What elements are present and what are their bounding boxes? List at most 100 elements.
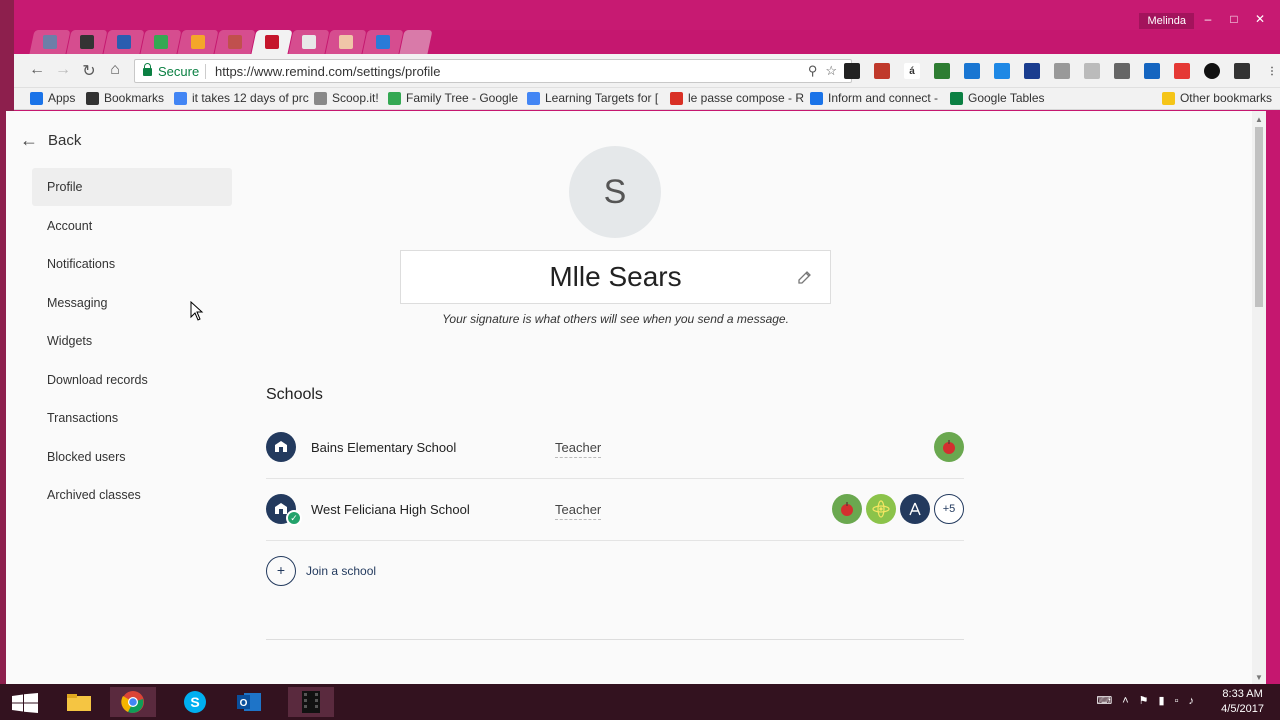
forward-arrow-icon[interactable]: → bbox=[52, 61, 74, 81]
bookmark-item[interactable]: le passe compose - R bbox=[670, 91, 804, 105]
screen-extension-icon[interactable] bbox=[1114, 63, 1130, 79]
black-extension-icon[interactable] bbox=[1204, 63, 1220, 79]
plus-icon: + bbox=[266, 556, 296, 586]
signature-name-field[interactable]: Mlle Sears bbox=[400, 250, 831, 304]
back-arrow-icon[interactable]: ← bbox=[26, 61, 48, 81]
outlook-icon[interactable]: O bbox=[226, 687, 272, 717]
apple-class-icon[interactable] bbox=[934, 432, 964, 462]
home-icon[interactable]: ⌂ bbox=[104, 61, 126, 81]
red-extension-icon[interactable] bbox=[1174, 63, 1190, 79]
blue-extension-icon[interactable] bbox=[964, 63, 980, 79]
chrome-taskbar-icon[interactable] bbox=[110, 687, 156, 717]
school-role-selector[interactable]: Teacher bbox=[555, 440, 602, 458]
school-role-selector[interactable]: Teacher bbox=[555, 502, 602, 520]
sidebar-item-download-records[interactable]: Download records bbox=[32, 361, 232, 399]
profile-user-button[interactable]: Melinda bbox=[1139, 13, 1194, 29]
pen-extension-icon[interactable] bbox=[994, 63, 1010, 79]
bookmark-item[interactable]: Family Tree - Google bbox=[388, 91, 518, 105]
browser-tab[interactable] bbox=[140, 30, 182, 54]
school-row[interactable]: ✓ West Feliciana High School Teacher +5 bbox=[266, 479, 964, 541]
apple-class-icon[interactable] bbox=[832, 494, 862, 524]
rocket-extension-icon[interactable] bbox=[1234, 63, 1250, 79]
gray-extension-icon[interactable] bbox=[1054, 63, 1070, 79]
more-classes-badge[interactable]: +5 bbox=[934, 494, 964, 524]
doc-extension-icon[interactable] bbox=[1024, 63, 1040, 79]
pocket-extension-icon[interactable] bbox=[844, 63, 860, 79]
accent-extension-icon[interactable]: á bbox=[904, 63, 920, 79]
sidebar-item-archived-classes[interactable]: Archived classes bbox=[32, 476, 232, 514]
secure-indicator[interactable]: Secure bbox=[143, 63, 199, 79]
docs-icon bbox=[527, 91, 540, 105]
sidebar-item-notifications[interactable]: Notifications bbox=[32, 245, 232, 283]
bookmark-item[interactable]: it takes 12 days of prc bbox=[174, 91, 309, 105]
edit-pencil-icon[interactable] bbox=[796, 269, 814, 287]
svg-text:O: O bbox=[240, 698, 248, 709]
back-link[interactable]: ← Back bbox=[20, 130, 81, 151]
grid-extension-icon[interactable] bbox=[1084, 63, 1100, 79]
browser-tab-active[interactable] bbox=[251, 30, 293, 54]
bookmark-item[interactable]: Google Tables bbox=[950, 91, 1045, 105]
taskbar-clock[interactable]: 8:33 AM 4/5/2017 bbox=[1221, 687, 1264, 717]
key-icon[interactable]: ⚲ bbox=[808, 63, 826, 78]
browser-tab[interactable] bbox=[29, 30, 71, 54]
green-extension-icon[interactable] bbox=[934, 63, 950, 79]
sidebar-item-blocked-users[interactable]: Blocked users bbox=[32, 438, 232, 476]
volume-icon[interactable]: ♪ bbox=[1189, 695, 1205, 707]
extensions-bar: á ⋮ bbox=[844, 63, 1280, 79]
reload-icon[interactable]: ↻ bbox=[78, 61, 100, 81]
close-window-button[interactable]: ✕ bbox=[1248, 12, 1272, 26]
url-text[interactable]: https://www.remind.com/settings/profile bbox=[215, 64, 440, 79]
browser-tab[interactable] bbox=[325, 30, 367, 54]
skype-icon[interactable]: S bbox=[172, 687, 218, 717]
sidebar-item-widgets[interactable]: Widgets bbox=[32, 322, 232, 360]
flag-icon[interactable]: ⚑ bbox=[1139, 695, 1159, 707]
join-school-button[interactable]: + Join a school bbox=[266, 556, 376, 586]
browser-tab[interactable] bbox=[288, 30, 330, 54]
sidebar-item-profile[interactable]: Profile bbox=[32, 168, 232, 206]
bookmark-item[interactable]: Bookmarks bbox=[86, 91, 164, 105]
file-explorer-icon[interactable] bbox=[56, 687, 102, 717]
new-tab-button[interactable] bbox=[399, 30, 433, 54]
schools-heading: Schools bbox=[266, 386, 323, 403]
compass-class-icon[interactable] bbox=[900, 494, 930, 524]
windows-start-icon[interactable] bbox=[12, 693, 38, 713]
maximize-button[interactable]: □ bbox=[1222, 12, 1246, 26]
address-bar[interactable]: Secure https://www.remind.com/settings/p… bbox=[134, 59, 852, 83]
atom-class-icon[interactable] bbox=[866, 494, 896, 524]
tray-expand-icon[interactable]: ˄ bbox=[1122, 695, 1138, 707]
scroll-down-arrow-icon[interactable]: ▼ bbox=[1255, 673, 1263, 682]
signature-hint: Your signature is what others will see w… bbox=[442, 312, 789, 326]
other-bookmarks-folder[interactable]: Other bookmarks bbox=[1161, 91, 1272, 105]
browser-tab[interactable] bbox=[362, 30, 404, 54]
bookmark-item[interactable]: Apps bbox=[30, 91, 75, 105]
v-extension-icon[interactable] bbox=[1144, 63, 1160, 79]
browser-tab[interactable] bbox=[177, 30, 219, 54]
school-row[interactable]: Bains Elementary School Teacher bbox=[266, 417, 964, 479]
battery-icon[interactable]: ▮ bbox=[1159, 695, 1175, 707]
film-extension-icon[interactable] bbox=[874, 63, 890, 79]
verified-check-icon: ✓ bbox=[286, 510, 302, 526]
video-player-icon[interactable] bbox=[288, 687, 334, 717]
browser-tab[interactable] bbox=[214, 30, 256, 54]
class-badges bbox=[930, 432, 964, 462]
scrollbar-thumb[interactable] bbox=[1255, 127, 1263, 307]
avatar[interactable]: S bbox=[569, 146, 661, 238]
bookmark-item[interactable]: Scoop.it! bbox=[314, 91, 379, 105]
bookmark-item[interactable]: Inform and connect - bbox=[810, 91, 938, 105]
page-icon bbox=[314, 91, 327, 105]
bookmark-item[interactable]: Learning Targets for [ bbox=[527, 91, 658, 105]
sidebar-item-account[interactable]: Account bbox=[32, 207, 232, 245]
keyboard-icon[interactable]: ⌨ bbox=[1096, 695, 1122, 707]
other-bookmarks-label: Other bookmarks bbox=[1179, 91, 1272, 105]
scroll-up-arrow-icon[interactable]: ▲ bbox=[1255, 115, 1263, 124]
network-icon[interactable]: ▫ bbox=[1175, 695, 1189, 707]
sidebar-item-transactions[interactable]: Transactions bbox=[32, 399, 232, 437]
page-scrollbar[interactable]: ▲ ▼ bbox=[1252, 111, 1266, 684]
browser-tab[interactable] bbox=[66, 30, 108, 54]
minimize-button[interactable]: – bbox=[1196, 12, 1220, 26]
folder-icon bbox=[1161, 91, 1175, 105]
chrome-menu-icon[interactable]: ⋮ bbox=[1264, 63, 1280, 79]
globe-icon bbox=[810, 91, 823, 105]
bookmark-star-icon[interactable]: ☆ bbox=[825, 63, 845, 78]
browser-tab[interactable] bbox=[103, 30, 145, 54]
